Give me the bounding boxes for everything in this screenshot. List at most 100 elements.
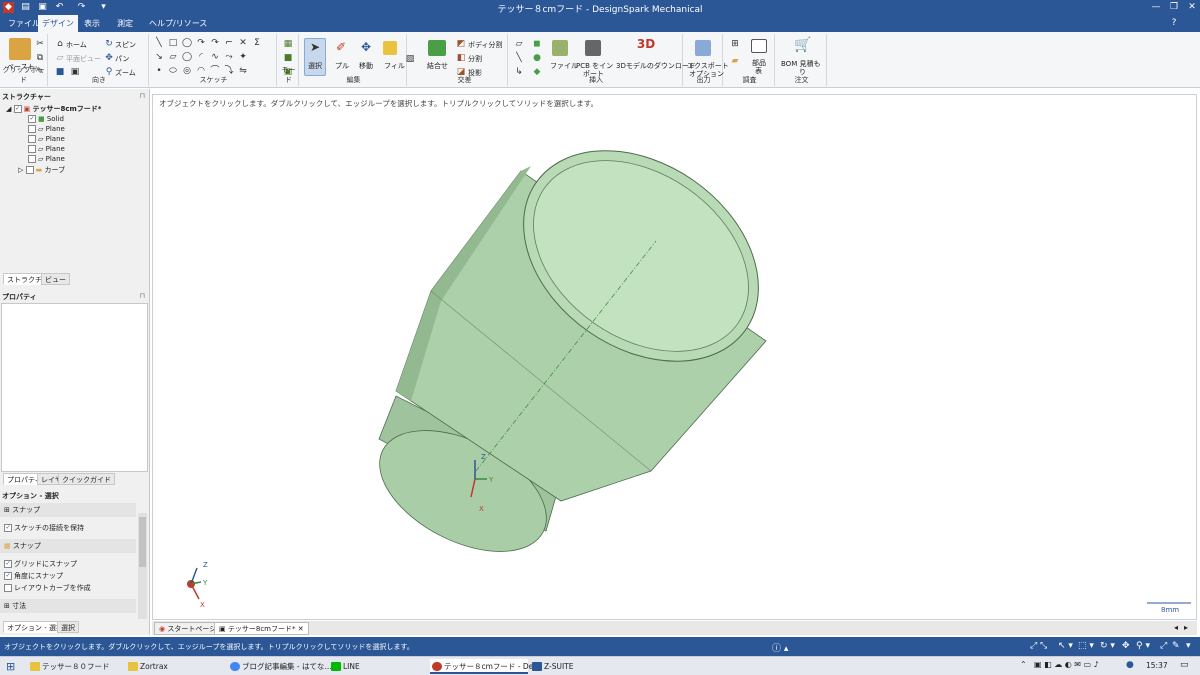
expand-icon[interactable]: ◢ bbox=[6, 105, 11, 113]
box-select-icon[interactable]: ⬚ ▾ bbox=[1078, 641, 1094, 651]
tab-scroll-left-icon[interactable]: ◂ bbox=[1174, 623, 1178, 632]
collapsed-icon[interactable]: ▷ bbox=[18, 166, 23, 174]
fill-icon[interactable] bbox=[383, 41, 397, 55]
tab-help[interactable]: ヘルプ/リソース bbox=[145, 15, 211, 32]
combine-label[interactable]: 結合せ bbox=[427, 61, 448, 71]
item-checkbox[interactable] bbox=[28, 155, 36, 163]
3d-model-icon[interactable]: 3D bbox=[634, 38, 658, 50]
option-row[interactable]: ✓ スケッチの接続を保持 bbox=[4, 523, 84, 533]
tree-item[interactable]: ▷ ▬ カーブ bbox=[18, 165, 65, 175]
notification-icon[interactable]: ▭ bbox=[1180, 660, 1189, 670]
parts-table-icon[interactable] bbox=[751, 39, 767, 53]
tree-item[interactable]: ✓ ■ Solid bbox=[28, 115, 64, 123]
restore-button[interactable]: ❐ bbox=[1166, 1, 1182, 14]
spin-icon[interactable]: ↻ bbox=[104, 39, 114, 49]
taskbar-item[interactable]: Zortrax bbox=[126, 659, 224, 674]
option-checkbox[interactable]: ✓ bbox=[4, 572, 12, 580]
arc-tangent-icon[interactable]: ◜ bbox=[196, 52, 206, 62]
model-canvas[interactable]: Z Y X Z Y X 8mm bbox=[153, 95, 1198, 621]
circle-icon[interactable]: ◯ bbox=[182, 38, 192, 48]
measure-icon[interactable]: ⊞ bbox=[730, 39, 740, 49]
home-icon[interactable]: ⌂ bbox=[55, 39, 65, 49]
tab-select[interactable]: 選択 bbox=[57, 621, 79, 633]
taskbar-item[interactable]: Z-SUITE bbox=[530, 659, 624, 674]
fill-label[interactable]: フィル bbox=[384, 61, 405, 71]
doc-tab-start[interactable]: ◉ スタートページ bbox=[154, 622, 222, 635]
pointer-tool-icon[interactable]: ↖ ▾ bbox=[1058, 641, 1073, 651]
plane-icon[interactable]: ▱ bbox=[514, 39, 524, 49]
offset-icon[interactable]: ⤳ bbox=[224, 52, 234, 62]
pin-icon[interactable]: ⊓ bbox=[140, 292, 145, 300]
plane-view-icon[interactable]: ▱ bbox=[55, 53, 65, 63]
fit-icon[interactable]: ⤢ bbox=[1160, 641, 1167, 651]
close-tab-icon[interactable]: ✕ bbox=[298, 625, 304, 633]
split-icon[interactable]: ◧ bbox=[456, 53, 466, 63]
tray-icons[interactable]: ▣ ◧ ☁ ◐ ✉ ▭ ♪ bbox=[1034, 660, 1099, 669]
tab-scroll-right-icon[interactable]: ▸ bbox=[1184, 623, 1188, 632]
taskbar-item[interactable]: ブログ記事編集 - はてな... bbox=[228, 659, 332, 674]
network-icon[interactable]: ● bbox=[1126, 660, 1134, 670]
tree-item[interactable]: ▱ Plane bbox=[28, 135, 65, 143]
tab-view[interactable]: ビュー bbox=[41, 273, 70, 285]
trim-icon[interactable]: ✕ bbox=[238, 38, 248, 48]
item-checkbox[interactable] bbox=[28, 145, 36, 153]
arc3-icon[interactable]: ↷ bbox=[210, 38, 220, 48]
cut-icon[interactable]: ✂ bbox=[35, 39, 45, 49]
option-row[interactable]: レイアウトカーブを作成 bbox=[4, 583, 91, 593]
sketch-mode-icon[interactable]: ▦ bbox=[283, 39, 293, 49]
tab-design[interactable]: デザイン bbox=[38, 15, 78, 32]
option-checkbox[interactable]: ✓ bbox=[4, 560, 12, 568]
pull-label[interactable]: プル bbox=[335, 61, 349, 71]
taskbar-item[interactable]: テッサー８０フード bbox=[28, 659, 122, 674]
tree-item[interactable]: ▱ Plane bbox=[28, 155, 65, 163]
root-checkbox[interactable]: ✓ bbox=[13, 105, 22, 113]
file-label[interactable]: ファイル bbox=[550, 61, 578, 71]
tree-root[interactable]: ◢ ✓ ▣ テッサー8cmフード* bbox=[6, 104, 101, 114]
pan-label[interactable]: パン bbox=[115, 54, 129, 64]
item-checkbox[interactable]: ✓ bbox=[28, 115, 36, 123]
scrollbar-thumb[interactable] bbox=[139, 517, 146, 567]
sum-icon[interactable]: Σ bbox=[252, 38, 262, 48]
tangent-icon[interactable]: ↘ bbox=[154, 52, 164, 62]
pull-icon[interactable]: ✐ bbox=[336, 41, 346, 53]
info-icon[interactable]: ⓘ ▴ bbox=[772, 641, 788, 654]
3d-viewport[interactable]: オブジェクトをクリックします。ダブルクリックして、エッジループを選択します。トリ… bbox=[152, 94, 1197, 620]
circle3-icon[interactable]: ◯ bbox=[182, 52, 192, 62]
pin-icon[interactable]: ⊓ bbox=[140, 92, 145, 100]
close-button[interactable]: ✕ bbox=[1184, 1, 1200, 14]
move-sketch-icon[interactable]: ✦ bbox=[238, 52, 248, 62]
taskbar-item-active[interactable]: テッサー８cmフード - De... bbox=[430, 659, 540, 674]
split-body-icon[interactable]: ◩ bbox=[456, 39, 466, 49]
option-row[interactable]: ✓ 角度にスナップ bbox=[4, 571, 63, 581]
tree-item[interactable]: ▱ Plane bbox=[28, 145, 65, 153]
scrollbar[interactable] bbox=[138, 513, 147, 619]
section-mode-icon[interactable]: ■ bbox=[283, 53, 293, 63]
copy-icon[interactable]: ⧉ bbox=[35, 53, 45, 63]
cylinder-icon[interactable]: ◼ bbox=[532, 39, 542, 49]
pan-tool-icon[interactable]: ✥ bbox=[1122, 641, 1130, 651]
tab-display[interactable]: 表示 bbox=[80, 15, 104, 32]
more-icon[interactable]: ▾ bbox=[1186, 641, 1191, 651]
move-label[interactable]: 移動 bbox=[359, 61, 373, 71]
tab-quick-guide[interactable]: クイックガイド bbox=[58, 473, 115, 485]
extra-edit-icon[interactable]: ▧ bbox=[405, 54, 415, 64]
help-icon[interactable]: ? bbox=[1166, 17, 1182, 30]
item-checkbox[interactable] bbox=[28, 135, 36, 143]
select-tools-icon[interactable]: ⤢ ⤡ bbox=[1030, 641, 1047, 651]
clock[interactable]: 15:37 bbox=[1146, 661, 1168, 670]
polygon-icon[interactable]: ▱ bbox=[168, 52, 178, 62]
zoom-tool-icon[interactable]: ⚲ ▾ bbox=[1136, 641, 1150, 651]
option-checkbox[interactable]: ✓ bbox=[4, 524, 12, 532]
move-icon[interactable]: ✥ bbox=[361, 41, 371, 53]
paste-icon[interactable] bbox=[9, 38, 31, 60]
split-body-label[interactable]: ボディ分割 bbox=[468, 40, 503, 50]
tab-measure[interactable]: 測定 bbox=[113, 15, 137, 32]
file-insert-icon[interactable] bbox=[552, 40, 568, 56]
sphere-icon[interactable]: ● bbox=[532, 53, 542, 63]
taskbar-item[interactable]: LINE bbox=[329, 659, 425, 674]
rectangle-icon[interactable]: □ bbox=[168, 38, 178, 48]
item-checkbox[interactable] bbox=[28, 125, 36, 133]
tray-chevron-icon[interactable]: ⌃ bbox=[1020, 660, 1027, 669]
cart-icon[interactable]: 🛒 bbox=[794, 38, 811, 52]
3d-model-label[interactable]: 3Dモデルのダウンロード bbox=[616, 61, 696, 71]
